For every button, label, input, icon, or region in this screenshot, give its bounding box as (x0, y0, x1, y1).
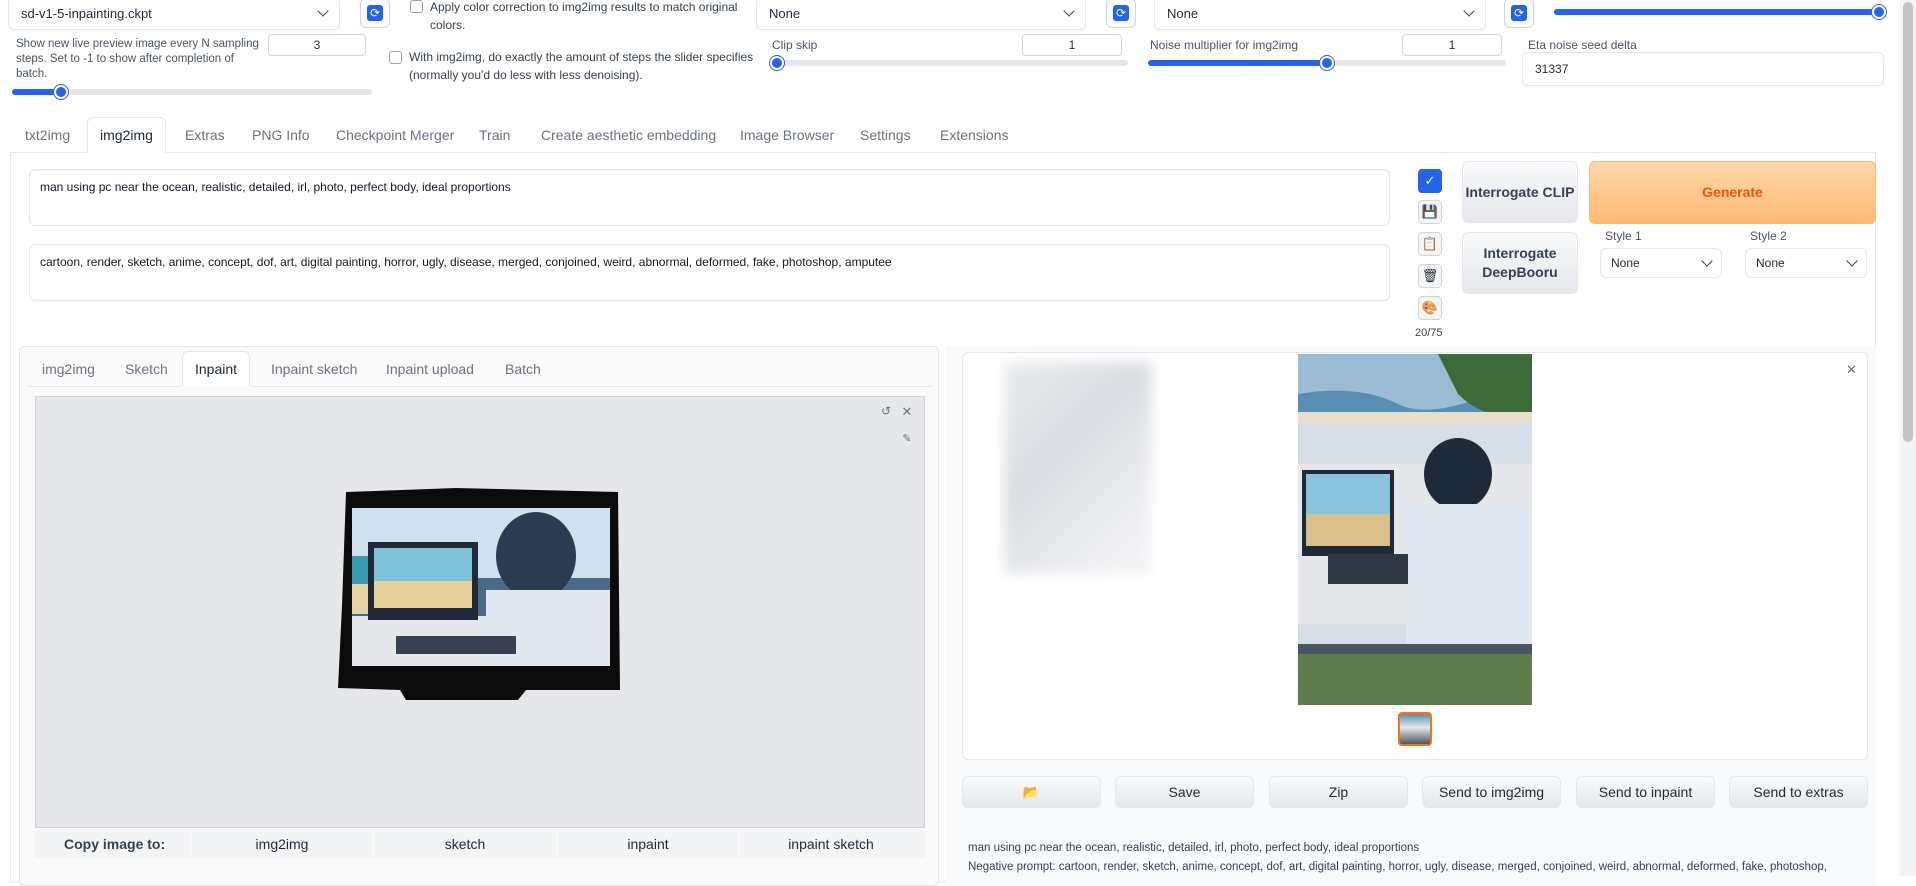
tab-settings[interactable]: Settings (848, 117, 923, 153)
hypernetwork-dropdown[interactable]: None (756, 0, 1086, 30)
send-to-img2img-button[interactable]: Send to img2img (1422, 776, 1561, 808)
refresh-icon: ⟳ (367, 5, 383, 21)
chevron-down-icon (1846, 255, 1858, 267)
clip-skip-input[interactable]: 1 (1022, 34, 1122, 56)
copy-to-inpaint-button[interactable]: inpaint (556, 830, 739, 858)
refresh-vae-button[interactable]: ⟳ (1504, 0, 1534, 28)
clip-skip-slider[interactable] (770, 56, 1128, 70)
tab-image-browser[interactable]: Image Browser (728, 117, 846, 153)
subtab-img2img[interactable]: img2img (30, 351, 107, 387)
token-counter: 20/75 (1415, 327, 1443, 339)
exact-steps-checkbox[interactable] (389, 51, 402, 64)
save-style-icon[interactable]: 💾 (1418, 200, 1442, 224)
vae-dropdown[interactable]: None (1154, 0, 1486, 30)
chevron-down-icon (317, 5, 329, 17)
style2-label: Style 2 (1750, 229, 1787, 243)
hypernetwork-value: None (769, 5, 801, 21)
subtab-batch[interactable]: Batch (493, 351, 553, 387)
send-to-inpaint-button[interactable]: Send to inpaint (1576, 776, 1715, 808)
refresh-icon: ⟳ (1113, 5, 1129, 21)
negative-prompt-textarea[interactable]: cartoon, render, sketch, anime, concept,… (29, 244, 1390, 301)
interrogate-clip-button[interactable]: Interrogate CLIP (1462, 161, 1578, 223)
style1-value: None (1611, 256, 1640, 270)
copy-to-img2img-button[interactable]: img2img (190, 830, 373, 858)
live-preview-label: Show new live preview image every N samp… (16, 38, 259, 80)
inpaint-image (336, 486, 624, 700)
style1-dropdown[interactable]: None (1600, 248, 1722, 278)
style2-value: None (1756, 256, 1785, 270)
checkbox-icon[interactable]: ✓ (1418, 169, 1442, 193)
hypernetwork-strength-slider[interactable] (1554, 5, 1886, 19)
style2-dropdown[interactable]: None (1745, 248, 1867, 278)
copy-to-inpaint-sketch-button[interactable]: inpaint sketch (739, 830, 922, 858)
tab-checkpoint-merger[interactable]: Checkpoint Merger (324, 117, 466, 153)
undo-icon[interactable]: ↺ (878, 404, 894, 420)
clipboard-icon[interactable]: 📋 (1418, 232, 1442, 256)
color-correction-label: Apply color correction to img2img result… (430, 0, 738, 32)
tab-aesthetic-embedding[interactable]: Create aesthetic embedding (529, 117, 728, 153)
eta-value: 31337 (1535, 62, 1569, 76)
exact-steps-label: With img2img, do exactly the amount of s… (409, 50, 754, 82)
prompt-textarea[interactable]: man using pc near the ocean, realistic, … (29, 169, 1390, 226)
folder-icon: 📂 (1022, 783, 1041, 800)
generate-button[interactable]: Generate (1589, 161, 1876, 224)
zip-button[interactable]: Zip (1269, 776, 1408, 808)
refresh-icon: ⟳ (1511, 5, 1527, 21)
close-icon[interactable]: ✕ (899, 404, 915, 420)
tab-extras[interactable]: Extras (173, 117, 237, 153)
slider-thumb[interactable] (1320, 56, 1334, 70)
copy-image-label: Copy image to: (64, 836, 166, 852)
subtab-sketch[interactable]: Sketch (113, 351, 180, 387)
blurred-preview (1004, 362, 1152, 574)
brush-icon[interactable]: ✎ (899, 432, 915, 448)
checkpoint-dropdown[interactable]: sd-v1-5-inpainting.ckpt (8, 0, 340, 30)
slider-thumb[interactable] (1872, 5, 1886, 19)
open-folder-button[interactable]: 📂 (962, 776, 1101, 808)
subtab-inpaint-upload[interactable]: Inpaint upload (374, 351, 486, 387)
clip-skip-label: Clip skip (772, 38, 818, 52)
tab-txt2img[interactable]: txt2img (13, 117, 82, 153)
chevron-down-icon (1463, 5, 1475, 17)
chevron-down-icon (1063, 5, 1075, 17)
live-preview-input[interactable]: 3 (268, 34, 366, 56)
copy-to-sketch-button[interactable]: sketch (373, 830, 556, 858)
tab-png-info[interactable]: PNG Info (240, 117, 322, 153)
send-to-extras-button[interactable]: Send to extras (1729, 776, 1868, 808)
tab-extensions[interactable]: Extensions (928, 117, 1020, 153)
subtab-inpaint-sketch[interactable]: Inpaint sketch (259, 351, 369, 387)
slider-thumb[interactable] (770, 56, 784, 70)
scrollbar-thumb[interactable] (1903, 2, 1913, 442)
chevron-down-icon (1701, 255, 1713, 267)
close-gallery-icon[interactable]: ✕ (1846, 362, 1857, 378)
tab-img2img[interactable]: img2img (87, 117, 166, 153)
subtab-inpaint[interactable]: Inpaint (182, 351, 251, 387)
output-thumbnail[interactable] (1398, 712, 1432, 746)
page-scrollbar[interactable] (1900, 0, 1916, 876)
color-correction-checkbox[interactable] (410, 0, 423, 13)
palette-icon[interactable]: 🎨 (1418, 296, 1442, 320)
eta-label: Eta noise seed delta (1528, 38, 1637, 52)
output-negative-text: Negative prompt: cartoon, render, sketch… (968, 861, 1827, 873)
interrogate-deepbooru-button[interactable]: Interrogate DeepBooru (1462, 232, 1578, 294)
refresh-checkpoint-button[interactable]: ⟳ (360, 0, 390, 28)
trash-icon[interactable]: 🗑 (1418, 264, 1442, 288)
eta-input[interactable]: 31337 (1522, 52, 1884, 86)
output-prompt-text: man using pc near the ocean, realistic, … (968, 842, 1420, 854)
noise-multiplier-label: Noise multiplier for img2img (1150, 38, 1299, 52)
live-preview-slider[interactable] (12, 85, 372, 99)
output-image[interactable] (1298, 354, 1532, 705)
slider-thumb[interactable] (54, 85, 68, 99)
noise-multiplier-input[interactable]: 1 (1402, 34, 1502, 56)
style1-label: Style 1 (1605, 229, 1642, 243)
tab-train[interactable]: Train (467, 117, 522, 153)
checkpoint-value: sd-v1-5-inpainting.ckpt (21, 5, 152, 21)
save-button[interactable]: Save (1115, 776, 1254, 808)
noise-multiplier-slider[interactable] (1148, 56, 1506, 70)
refresh-hypernetwork-button[interactable]: ⟳ (1106, 0, 1136, 28)
vae-value: None (1167, 5, 1199, 21)
